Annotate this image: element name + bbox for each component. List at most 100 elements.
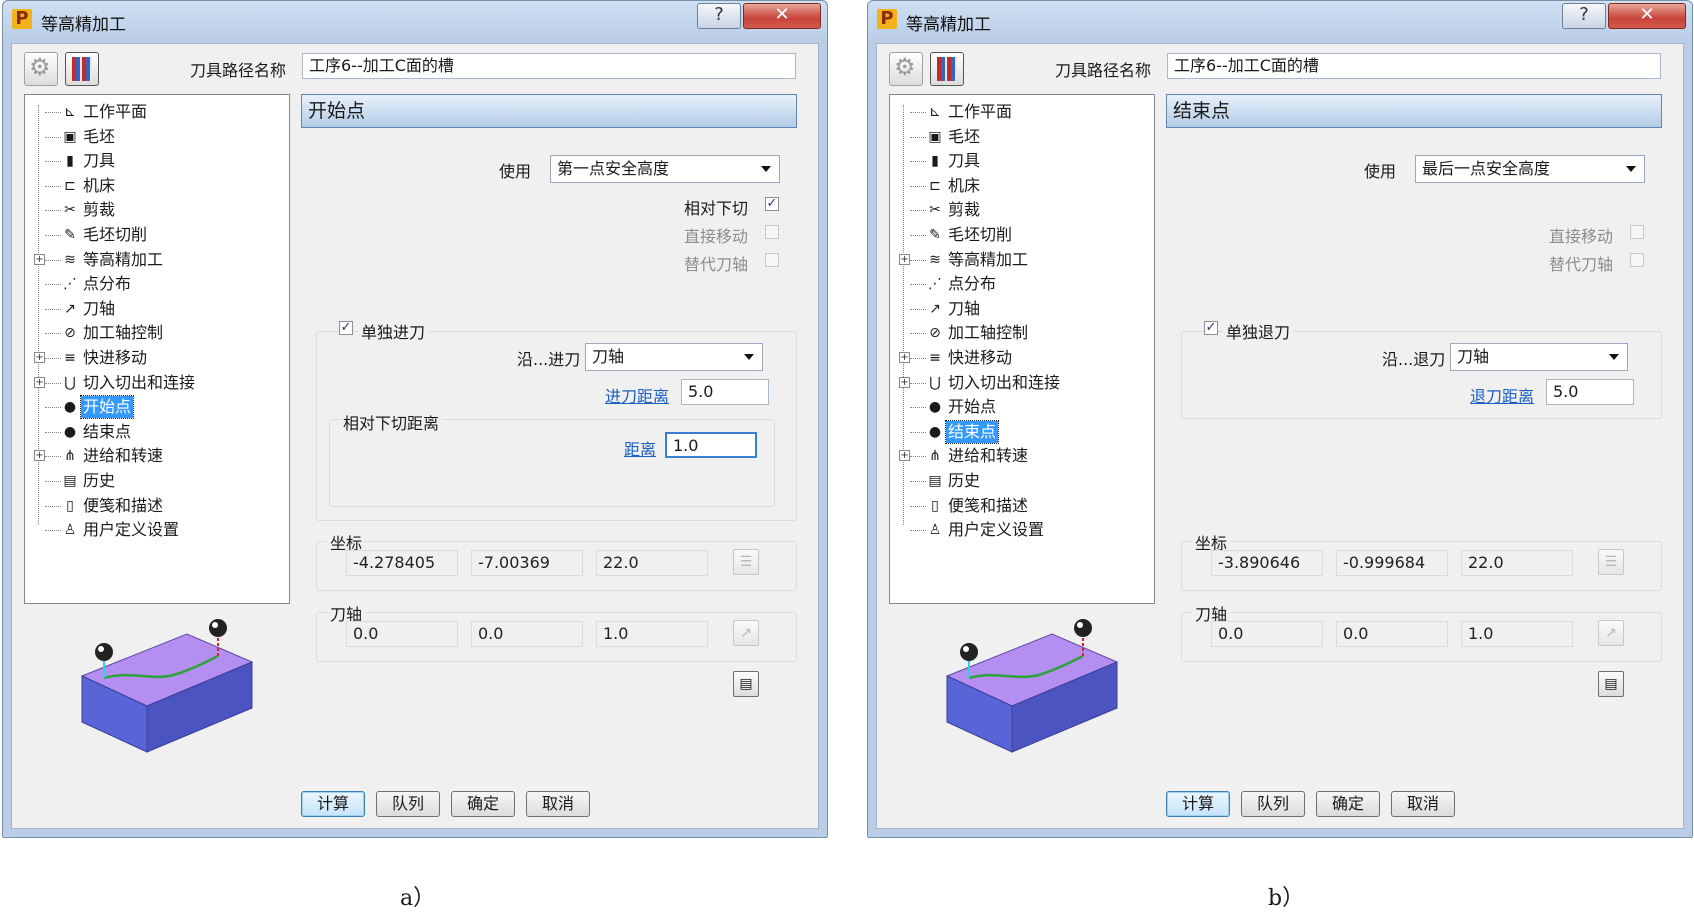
axis-i-field[interactable]: 0.0 (346, 621, 458, 647)
separate-retract-checkbox[interactable]: ✓ (1204, 321, 1218, 335)
toolpath-stripes-icon[interactable] (65, 52, 99, 86)
ok-button[interactable]: 确定 (1316, 791, 1380, 817)
use-select-value: 最后一点安全高度 (1422, 159, 1551, 178)
approach-along-label: 沿...进刀 (517, 350, 581, 369)
user-settings-icon: ♙ (928, 522, 942, 539)
separate-approach-checkbox[interactable]: ✓ (339, 321, 353, 335)
app-logo-icon: P (877, 9, 897, 29)
tree-item-label: 刀具 (83, 151, 116, 171)
tree-item-label: 加工轴控制 (83, 323, 164, 343)
tree-item-label: 等高精加工 (83, 249, 164, 269)
list-icon[interactable]: ☰ (733, 549, 759, 575)
tree-item-label: 结束点 (944, 419, 1000, 444)
direct-move-checkbox[interactable] (765, 225, 779, 239)
alt-tool-axis-label: 替代刀轴 (1549, 255, 1614, 274)
tree-item-label: 工作平面 (83, 102, 148, 121)
expand-toggle-icon[interactable]: + (899, 450, 910, 462)
coord-z-field[interactable]: 22.0 (596, 550, 708, 576)
tree-item-label: 等高精加工 (948, 249, 1029, 269)
rapid-move-icon: ≡ (929, 350, 941, 366)
alt-tool-axis-checkbox[interactable] (1630, 253, 1644, 267)
use-label: 使用 (499, 162, 532, 181)
tree-item-label: 工作平面 (948, 102, 1013, 121)
axis-j-field[interactable]: 0.0 (1336, 621, 1448, 647)
tree-item-label: 开始点 (79, 395, 135, 420)
queue-button[interactable]: 队列 (1241, 791, 1305, 817)
help-button[interactable]: ? (1562, 3, 1606, 29)
ok-button[interactable]: 确定 (451, 791, 515, 817)
use-select[interactable]: 最后一点安全高度 (1415, 155, 1645, 183)
expand-toggle-icon[interactable]: + (34, 352, 45, 363)
expand-toggle-icon[interactable]: + (899, 376, 910, 388)
direct-move-checkbox[interactable] (1630, 225, 1644, 239)
tree-item-label: 便笺和描述 (83, 495, 164, 515)
alt-tool-axis-checkbox[interactable] (765, 253, 779, 267)
tree-item-label: 加工轴控制 (948, 323, 1029, 343)
axis-direction-icon[interactable]: ↗ (1598, 620, 1624, 646)
cancel-button[interactable]: 取消 (526, 791, 590, 817)
dialog-end-point: P 等高精加工 ? ✕ ⚙ 刀具路径名称 工序6--加工C面的槽 ⊾ 工作平面 ▣ 毛… (867, 0, 1693, 838)
queue-button[interactable]: 队列 (376, 791, 440, 817)
tree-item-label: 剪裁 (83, 200, 116, 220)
axis-direction-icon[interactable]: ↗ (733, 620, 759, 646)
help-button[interactable]: ? (697, 3, 741, 29)
coord-z-field[interactable]: 22.0 (1461, 550, 1573, 576)
calculate-button[interactable]: 计算 (1166, 791, 1230, 817)
expand-toggle-icon[interactable]: + (34, 253, 45, 265)
toolpath-name-input[interactable]: 工序6--加工C面的槽 (1167, 53, 1661, 79)
tree-item-label: 机床 (83, 175, 116, 195)
dialog-start-point: P 等高精加工 ? ✕ ⚙ 刀具路径名称 工序6--加工C面的槽 ⊾ 工作平面 ▣ 毛… (2, 0, 828, 838)
page-header: 开始点 (301, 94, 797, 128)
axis-k-field[interactable]: 1.0 (1461, 621, 1573, 647)
tool-icon: ▮ (931, 153, 939, 170)
tree-item-label: 机床 (948, 175, 981, 195)
machine-icon: ⊏ (64, 177, 76, 194)
clipboard-icon[interactable]: ▤ (1598, 671, 1624, 697)
retract-along-select[interactable]: 刀轴 (1450, 343, 1628, 371)
coord-y-field[interactable]: -7.00369 (471, 550, 583, 576)
approach-along-select[interactable]: 刀轴 (585, 343, 763, 371)
axis-i-field[interactable]: 0.0 (1211, 621, 1323, 647)
gear-icon[interactable]: ⚙ (24, 52, 58, 86)
close-button[interactable]: ✕ (743, 3, 821, 29)
retract-distance-input[interactable]: 5.0 (1546, 379, 1634, 405)
expand-toggle-icon[interactable]: + (34, 376, 45, 388)
start-point-icon: ● (928, 399, 942, 416)
title-bar: P 等高精加工 ? ✕ (3, 1, 827, 39)
window-title: 等高精加工 (41, 15, 126, 35)
approach-distance-input[interactable]: 5.0 (681, 379, 769, 405)
tree-item-label: 点分布 (83, 274, 132, 294)
expand-toggle-icon[interactable]: + (34, 450, 45, 462)
cancel-button[interactable]: 取消 (1391, 791, 1455, 817)
coord-y-field[interactable]: -0.999684 (1336, 550, 1448, 576)
approach-distance-link[interactable]: 进刀距离 (605, 383, 669, 407)
calculate-button[interactable]: 计算 (301, 791, 365, 817)
toolpath-stripes-icon[interactable] (930, 52, 964, 86)
retract-distance-link[interactable]: 退刀距离 (1470, 383, 1534, 407)
tree-item-label: 剪裁 (948, 200, 981, 220)
axis-k-field[interactable]: 1.0 (596, 621, 708, 647)
axis-j-field[interactable]: 0.0 (471, 621, 583, 647)
coord-x-field[interactable]: -3.890646 (1211, 550, 1323, 576)
expand-toggle-icon[interactable]: + (899, 352, 910, 363)
distance-input[interactable]: 1.0 (665, 432, 757, 458)
machine-icon: ⊏ (929, 177, 941, 194)
toolpath-name-input[interactable]: 工序6--加工C面的槽 (302, 53, 796, 79)
distance-link[interactable]: 距离 (624, 436, 656, 460)
clipboard-icon[interactable]: ▤ (733, 671, 759, 697)
direct-move-label: 直接移动 (1549, 227, 1614, 246)
tree-item-label: 快进移动 (948, 348, 1013, 367)
coord-x-field[interactable]: -4.278405 (346, 550, 458, 576)
tree-item-label: 进给和转速 (948, 446, 1029, 466)
expand-toggle-icon[interactable]: + (899, 253, 910, 265)
tree-item-label: 切入切出和连接 (948, 372, 1061, 392)
use-select[interactable]: 第一点安全高度 (550, 155, 780, 183)
chevron-down-icon (744, 354, 754, 360)
tree-item-label: 毛坯 (83, 126, 116, 146)
relative-plunge-checkbox[interactable]: ✓ (765, 197, 779, 211)
tool-axis-icon: ↗ (929, 300, 941, 317)
close-button[interactable]: ✕ (1608, 3, 1686, 29)
list-icon[interactable]: ☰ (1598, 549, 1624, 575)
leads-links-icon: ⋃ (929, 374, 941, 391)
gear-icon[interactable]: ⚙ (889, 52, 923, 86)
